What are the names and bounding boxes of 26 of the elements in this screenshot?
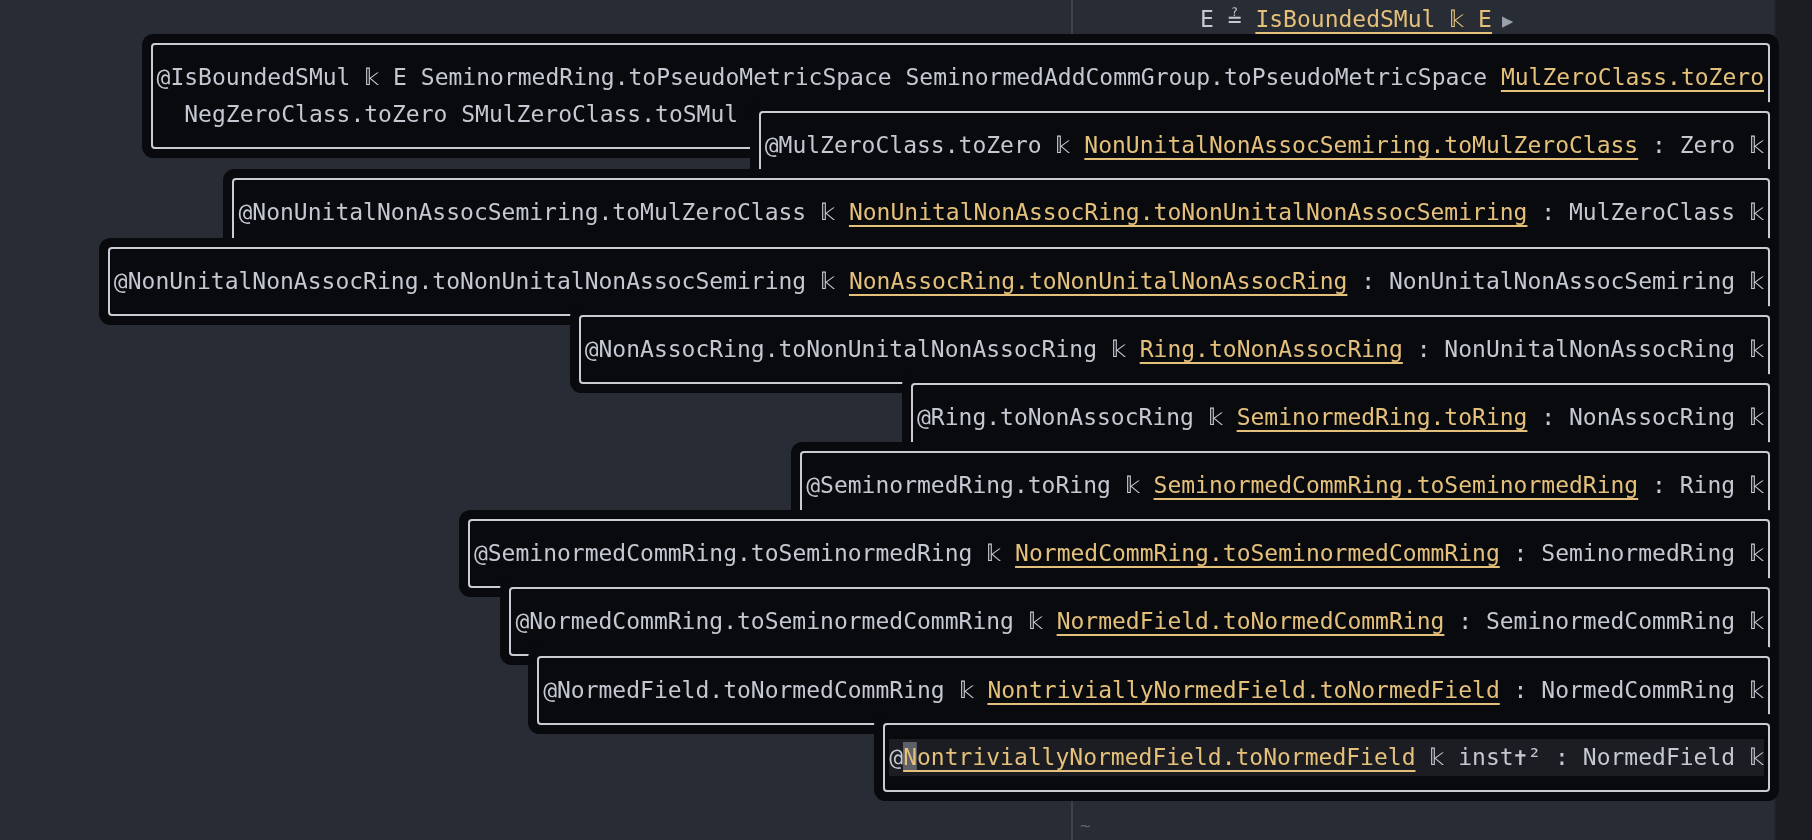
code-line: @Ring.toNonAssocRing 𝕜 SeminormedRing.toRing : NonAssocRing 𝕜	[917, 401, 1764, 434]
code-link[interactable]: Ring.toNonAssocRing	[1139, 334, 1403, 364]
code-link[interactable]: NormedField.toNormedCommRing	[1056, 606, 1445, 636]
code-line: @SeminormedCommRing.toSeminormedRing 𝕜 NormedCommRing.toSeminormedCommRing : SeminormedRing 𝕜	[473, 537, 1764, 570]
code-line: @IsBoundedSMul 𝕜 E SeminormedRing.toPseudoMetricSpace SeminormedAddCommGroup.toPseudoMetricSpace MulZeroClass.toZero	[156, 61, 1764, 94]
code-link[interactable]: NontriviallyNormedField.toNormedField	[987, 675, 1500, 705]
expand-toggle[interactable]: ▶	[1501, 9, 1514, 31]
code-line: @NonAssocRing.toNonUnitalNonAssocRing 𝕜 Ring.toNonAssocRing : NonUnitalNonAssocRing 𝕜	[584, 333, 1764, 366]
code-line: @MulZeroClass.toZero 𝕜 NonUnitalNonAssocSemiring.toMulZeroClass : Zero 𝕜	[764, 129, 1764, 162]
code-line: NegZeroClass.toZero SMulZeroClass.toSMul	[183, 100, 740, 129]
code-link[interactable]: SeminormedRing.toRing	[1236, 402, 1528, 432]
code-link[interactable]: SeminormedCommRing.toSeminormedRing	[1153, 470, 1639, 500]
code-link[interactable]: NontriviallyNormedField.toNormedField	[903, 742, 1416, 772]
code-line: @NormedField.toNormedCommRing 𝕜 NontriviallyNormedField.toNormedField : NormedCommRing 𝕜	[543, 674, 1764, 707]
code-link[interactable]: NonUnitalNonAssocSemiring.toMulZeroClass	[1084, 130, 1639, 160]
goal-text: E ≟	[1200, 6, 1243, 32]
code-link[interactable]: NonAssocRing.toNonUnitalNonAssocRing	[848, 266, 1348, 296]
code-line: @NormedCommRing.toSeminormedCommRing 𝕜 NormedField.toNormedCommRing : SeminormedCommRing 𝕜	[515, 605, 1764, 638]
code-link[interactable]: NonUnitalNonAssocRing.toNonUnitalNonAssocSemiring	[848, 197, 1528, 227]
code-line: @NonUnitalNonAssocRing.toNonUnitalNonAssocSemiring 𝕜 NonAssocRing.toNonUnitalNonAssocRing : NonUnitalNonAssocSemiring 𝕜	[113, 265, 1764, 298]
code-line: @SeminormedRing.toRing 𝕜 SeminormedCommRing.toSeminormedRing : Ring 𝕜	[806, 469, 1764, 502]
code-link[interactable]: NormedCommRing.toSeminormedCommRing	[1015, 538, 1500, 568]
code-line: @NonUnitalNonAssocSemiring.toMulZeroClass 𝕜 NonUnitalNonAssocRing.toNonUnitalNonAssocSemiring : MulZeroClass 𝕜	[238, 196, 1764, 229]
code-link[interactable]: MulZeroClass.toZero	[1500, 62, 1764, 92]
code-link[interactable]: IsBoundedSMul 𝕜 E	[1255, 6, 1492, 32]
empty-line-marker: ~	[1080, 814, 1091, 838]
